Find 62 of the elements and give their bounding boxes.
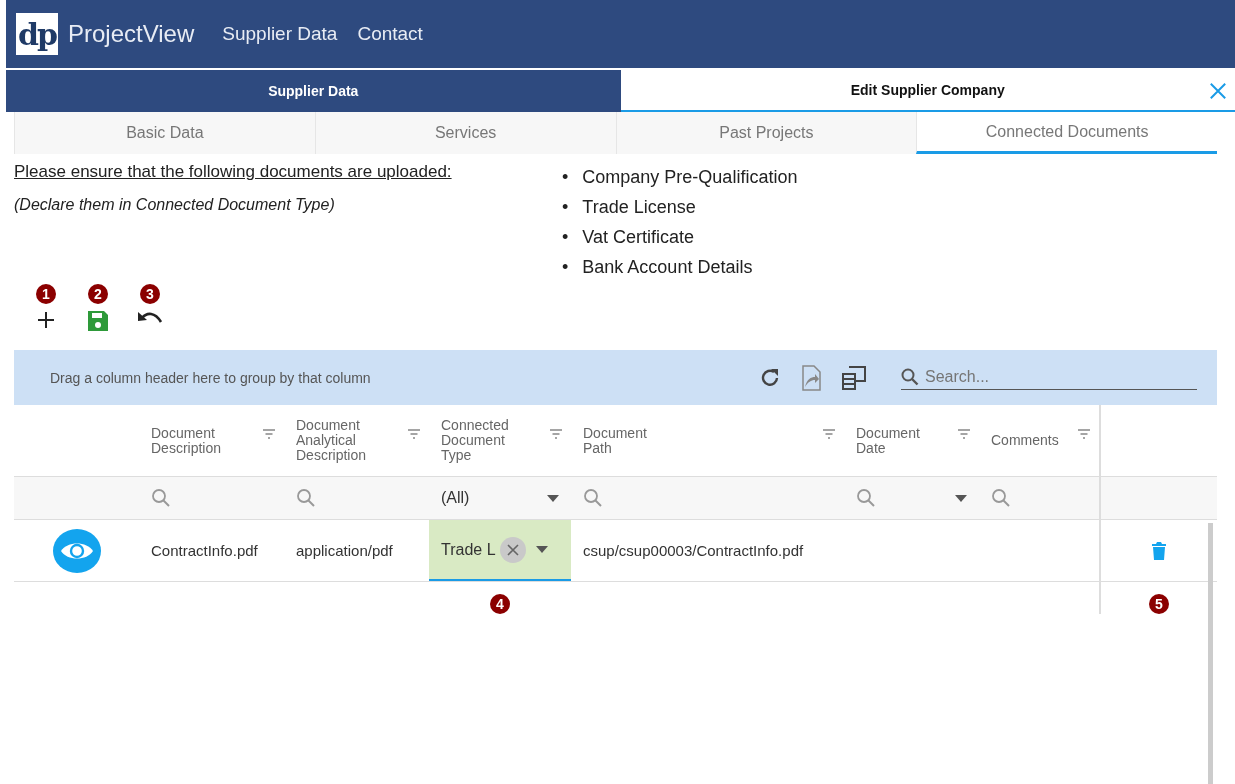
bullet: • bbox=[562, 166, 569, 189]
search-icon[interactable] bbox=[151, 488, 171, 508]
column-header[interactable]: Document Path bbox=[583, 425, 673, 456]
required-document-item: Vat Certificate bbox=[582, 226, 695, 249]
scrollbar[interactable] bbox=[1208, 523, 1213, 784]
callout-number: 2 bbox=[88, 284, 108, 304]
filter-icon[interactable] bbox=[1077, 428, 1091, 439]
column-header[interactable]: Connected Document Type bbox=[441, 418, 531, 463]
caret-icon[interactable] bbox=[547, 494, 559, 502]
filter-icon[interactable] bbox=[822, 428, 836, 439]
table-cell: application/pdf bbox=[296, 542, 393, 559]
refresh-icon[interactable] bbox=[759, 366, 781, 389]
nav-link[interactable]: Supplier Data bbox=[222, 23, 338, 45]
required-document-item: Bank Account Details bbox=[582, 256, 753, 279]
callout-number: 3 bbox=[140, 284, 160, 304]
close-icon[interactable] bbox=[1209, 82, 1227, 100]
instruction-text: Please ensure that the following documents are uploaded: bbox=[14, 162, 453, 182]
column-header[interactable]: Comments bbox=[991, 433, 1059, 448]
search-field[interactable]: Search... bbox=[923, 367, 1187, 387]
section-tab[interactable]: Services bbox=[314, 112, 616, 154]
panel-tab[interactable]: Supplier Data bbox=[6, 70, 621, 112]
search-icon[interactable] bbox=[583, 488, 603, 508]
section-tab[interactable]: Connected Documents bbox=[916, 112, 1217, 154]
column-chooser-icon[interactable] bbox=[841, 364, 867, 391]
view-icon[interactable] bbox=[51, 527, 102, 574]
filter-value[interactable]: (All) bbox=[441, 489, 470, 507]
column-header[interactable]: Document Analytical Description bbox=[296, 418, 386, 463]
export-icon[interactable] bbox=[799, 364, 823, 391]
section-tab[interactable]: Basic Data bbox=[14, 112, 315, 154]
bullet: • bbox=[562, 196, 569, 219]
callout-number: 1 bbox=[36, 284, 56, 304]
caret-icon[interactable] bbox=[535, 546, 548, 553]
filter-icon[interactable] bbox=[549, 428, 563, 439]
search-icon bbox=[901, 368, 919, 386]
table-cell: csup/csup00003/ContractInfo.pdf bbox=[583, 542, 804, 559]
save-icon[interactable] bbox=[87, 310, 109, 332]
search-icon[interactable] bbox=[856, 488, 876, 508]
callout-number: 4 bbox=[490, 594, 510, 614]
delete-icon[interactable] bbox=[1152, 541, 1166, 560]
app-name: ProjectView bbox=[68, 20, 195, 48]
note-text: (Declare them in Connected Document Type) bbox=[14, 196, 336, 214]
search-icon[interactable] bbox=[296, 488, 316, 508]
search-icon[interactable] bbox=[991, 488, 1011, 508]
panel-tab[interactable]: Edit Supplier Company bbox=[620, 70, 1235, 112]
nav-link[interactable]: Contact bbox=[357, 23, 423, 45]
column-header[interactable]: Document Date bbox=[856, 425, 946, 456]
required-document-item: Company Pre-Qualification bbox=[582, 166, 798, 189]
bullet: • bbox=[562, 256, 569, 279]
table-cell: ContractInfo.pdf bbox=[151, 542, 258, 559]
filter-icon[interactable] bbox=[262, 428, 276, 439]
clear-icon[interactable] bbox=[499, 536, 526, 563]
logo: dp bbox=[16, 13, 58, 55]
cell-editor[interactable]: Trade L bbox=[429, 520, 571, 581]
filter-icon[interactable] bbox=[957, 428, 971, 439]
filter-icon[interactable] bbox=[407, 428, 421, 439]
callout-number: 5 bbox=[1149, 594, 1169, 614]
required-document-item: Trade License bbox=[582, 196, 696, 219]
column-header[interactable]: Document Description bbox=[151, 425, 241, 456]
add-icon[interactable] bbox=[36, 310, 56, 330]
group-hint: Drag a column header here to group by that column bbox=[50, 369, 371, 386]
caret-icon[interactable] bbox=[955, 494, 967, 502]
bullet: • bbox=[562, 226, 569, 249]
